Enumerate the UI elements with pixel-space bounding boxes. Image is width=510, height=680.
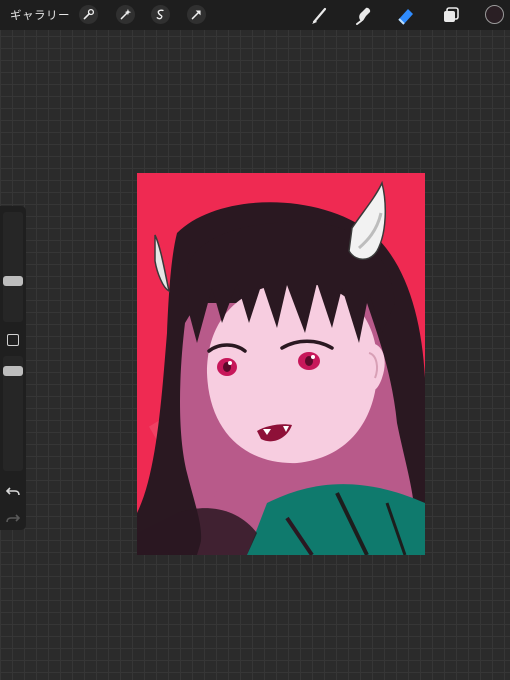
brush-icon[interactable] — [309, 4, 331, 26]
redo-button[interactable] — [6, 509, 21, 523]
smudge-icon[interactable] — [353, 4, 375, 26]
gallery-button[interactable]: ギャラリー — [10, 7, 70, 23]
brush-size-knob[interactable] — [3, 276, 23, 286]
artwork-illustration — [137, 173, 425, 555]
layers-icon[interactable] — [440, 4, 462, 26]
eraser-icon[interactable] — [395, 4, 417, 26]
top-toolbar: ギャラリー — [0, 0, 510, 30]
magic-wand-icon[interactable] — [116, 5, 135, 24]
opacity-knob[interactable] — [3, 366, 23, 376]
modify-button[interactable] — [7, 334, 19, 346]
side-toolbar — [0, 206, 26, 530]
color-picker-swatch[interactable] — [485, 5, 504, 24]
drawing-canvas[interactable] — [137, 173, 425, 555]
selection-icon[interactable] — [151, 5, 170, 24]
brush-size-slider[interactable] — [3, 212, 23, 322]
undo-button[interactable] — [5, 482, 20, 496]
transform-arrow-icon[interactable] — [187, 5, 206, 24]
wrench-icon[interactable] — [79, 5, 98, 24]
